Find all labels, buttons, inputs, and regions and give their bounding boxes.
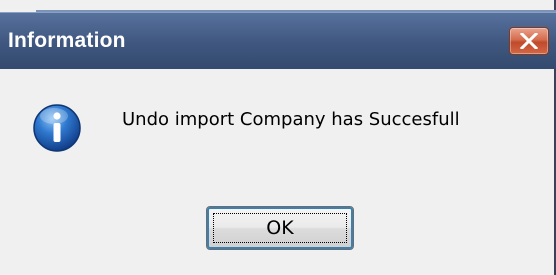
- ok-button[interactable]: OK: [206, 206, 354, 250]
- dialog-body: Undo import Company has Succesfull OK: [0, 69, 554, 275]
- info-icon: [33, 104, 81, 152]
- title-bar[interactable]: Information: [0, 12, 556, 69]
- window-title: Information: [8, 29, 126, 52]
- ok-button-label: OK: [266, 217, 294, 239]
- dialog-message: Undo import Company has Succesfull: [122, 109, 460, 130]
- close-icon: [520, 33, 538, 49]
- information-dialog: Information Undo import Company has Succ…: [0, 0, 556, 275]
- close-button[interactable]: [509, 27, 549, 55]
